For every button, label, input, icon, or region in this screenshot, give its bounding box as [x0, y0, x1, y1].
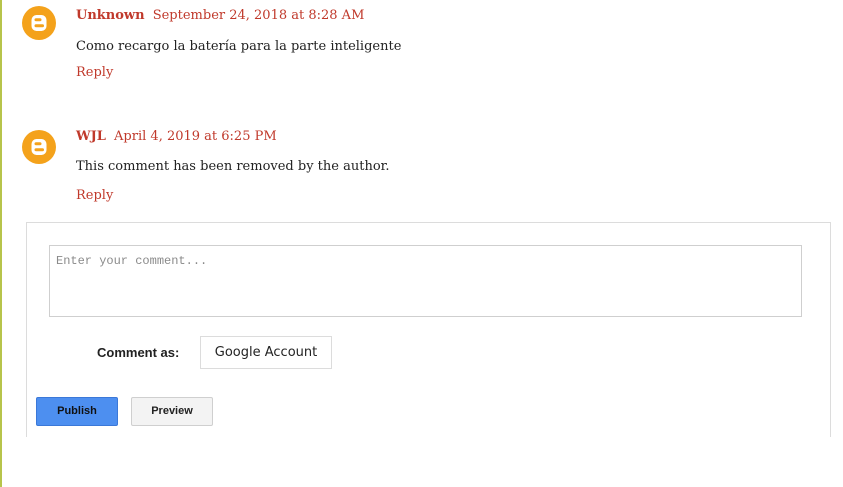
- comment-author-link[interactable]: WJL: [76, 129, 106, 144]
- comment-date-link[interactable]: April 4, 2019 at 6:25 PM: [114, 129, 277, 144]
- comment-date-link[interactable]: September 24, 2018 at 8:28 AM: [153, 8, 365, 23]
- comment-input[interactable]: Enter your comment...: [49, 245, 802, 317]
- comment-form: Enter your comment... Comment as: Google…: [26, 222, 831, 437]
- blogger-icon: [22, 130, 56, 164]
- comment-as-label: Comment as:: [97, 345, 180, 360]
- account-select[interactable]: Google Account: [200, 336, 332, 369]
- comment-meta: Unknown September 24, 2018 at 8:28 AM: [76, 8, 364, 24]
- comment-text: Como recargo la batería para la parte in…: [76, 39, 402, 54]
- publish-button[interactable]: Publish: [36, 397, 118, 426]
- comment-text: This comment has been removed by the aut…: [76, 159, 390, 174]
- comment-meta: WJL April 4, 2019 at 6:25 PM: [76, 129, 277, 145]
- preview-button[interactable]: Preview: [131, 397, 213, 426]
- reply-link[interactable]: Reply: [76, 188, 113, 203]
- reply-link[interactable]: Reply: [76, 65, 113, 80]
- blogger-icon: [22, 6, 56, 40]
- comment-input-placeholder: Enter your comment...: [56, 254, 208, 268]
- left-border-rule: [0, 0, 2, 487]
- comment-author-link[interactable]: Unknown: [76, 8, 145, 23]
